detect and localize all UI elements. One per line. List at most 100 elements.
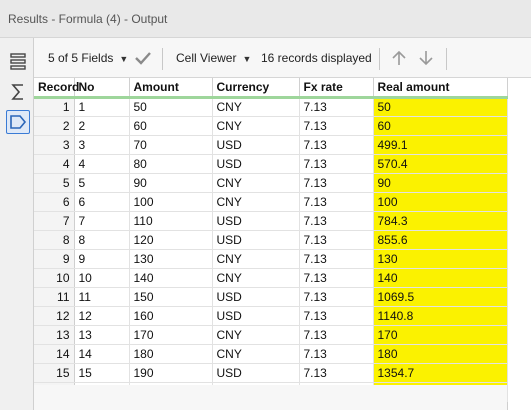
cell-currency[interactable]: USD <box>212 230 300 250</box>
cell-currency[interactable]: CNY <box>212 97 300 117</box>
fields-dropdown[interactable]: 5 of 5 Fields ▼ <box>48 51 128 65</box>
cell-fx-rate[interactable]: 7.13 <box>299 135 374 155</box>
cell-no[interactable]: 4 <box>74 154 130 174</box>
table-row[interactable]: 15 15 190 USD 7.13 1354.7 <box>34 363 508 383</box>
cell-record[interactable]: 10 <box>34 268 75 288</box>
column-header-record[interactable]: Record <box>34 78 79 99</box>
cell-currency[interactable]: CNY <box>212 249 300 269</box>
cell-amount[interactable]: 90 <box>129 173 213 193</box>
cell-record[interactable]: 2 <box>34 116 75 136</box>
cell-fx-rate[interactable]: 7.13 <box>299 154 374 174</box>
cell-record[interactable]: 3 <box>34 135 75 155</box>
cell-real-amount[interactable]: 499.1 <box>373 135 508 155</box>
sigma-icon[interactable] <box>6 80 30 104</box>
cell-record[interactable]: 12 <box>34 306 75 326</box>
cell-real-amount[interactable]: 60 <box>373 116 508 136</box>
table-row[interactable]: 2 2 60 CNY 7.13 60 <box>34 116 508 136</box>
cell-no[interactable]: 1 <box>74 97 130 117</box>
table-row[interactable]: 6 6 100 CNY 7.13 100 <box>34 192 508 212</box>
cell-fx-rate[interactable]: 7.13 <box>299 268 374 288</box>
cell-no[interactable]: 3 <box>74 135 130 155</box>
cell-currency[interactable]: CNY <box>212 192 300 212</box>
cell-real-amount[interactable]: 1140.8 <box>373 306 508 326</box>
cell-real-amount[interactable]: 100 <box>373 192 508 212</box>
cell-currency[interactable]: USD <box>212 287 300 307</box>
cell-amount[interactable]: 70 <box>129 135 213 155</box>
cell-real-amount[interactable]: 180 <box>373 344 508 364</box>
cell-amount[interactable]: 120 <box>129 230 213 250</box>
cell-no[interactable]: 11 <box>74 287 130 307</box>
cell-fx-rate[interactable]: 7.13 <box>299 325 374 345</box>
cell-fx-rate[interactable]: 7.13 <box>299 306 374 326</box>
cell-fx-rate[interactable]: 7.13 <box>299 363 374 383</box>
cell-currency[interactable]: USD <box>212 363 300 383</box>
cell-record[interactable]: 8 <box>34 230 75 250</box>
tag-icon[interactable] <box>6 110 30 134</box>
table-row[interactable]: 12 12 160 USD 7.13 1140.8 <box>34 306 508 326</box>
cell-amount[interactable]: 60 <box>129 116 213 136</box>
cell-currency[interactable]: USD <box>212 154 300 174</box>
cell-no[interactable]: 10 <box>74 268 130 288</box>
cell-record[interactable]: 6 <box>34 192 75 212</box>
cell-currency[interactable]: CNY <box>212 116 300 136</box>
column-header-currency[interactable]: Currency <box>212 78 300 99</box>
cell-fx-rate[interactable]: 7.13 <box>299 192 374 212</box>
cell-record[interactable]: 15 <box>34 363 75 383</box>
table-row[interactable]: 8 8 120 USD 7.13 855.6 <box>34 230 508 250</box>
cell-amount[interactable]: 110 <box>129 211 213 231</box>
cell-fx-rate[interactable]: 7.13 <box>299 173 374 193</box>
cell-real-amount[interactable]: 90 <box>373 173 508 193</box>
cell-record[interactable]: 7 <box>34 211 75 231</box>
table-row[interactable]: 7 7 110 USD 7.13 784.3 <box>34 211 508 231</box>
cell-no[interactable]: 12 <box>74 306 130 326</box>
column-header-fx-rate[interactable]: Fx rate <box>299 78 374 99</box>
cell-fx-rate[interactable]: 7.13 <box>299 97 374 117</box>
cell-real-amount[interactable]: 50 <box>373 97 508 117</box>
cell-amount[interactable]: 190 <box>129 363 213 383</box>
cell-amount[interactable]: 170 <box>129 325 213 345</box>
cell-amount[interactable]: 80 <box>129 154 213 174</box>
table-row[interactable]: 1 1 50 CNY 7.13 50 <box>34 97 508 117</box>
column-header-real-amount[interactable]: Real amount <box>373 78 508 99</box>
cell-no[interactable]: 8 <box>74 230 130 250</box>
table-row[interactable]: 4 4 80 USD 7.13 570.4 <box>34 154 508 174</box>
table-row[interactable]: 11 11 150 USD 7.13 1069.5 <box>34 287 508 307</box>
cell-record[interactable]: 4 <box>34 154 75 174</box>
cell-amount[interactable]: 150 <box>129 287 213 307</box>
cell-currency[interactable]: CNY <box>212 268 300 288</box>
cell-fx-rate[interactable]: 7.13 <box>299 344 374 364</box>
cell-no[interactable]: 5 <box>74 173 130 193</box>
cell-real-amount[interactable]: 1354.7 <box>373 363 508 383</box>
cell-currency[interactable]: CNY <box>212 325 300 345</box>
cell-real-amount[interactable]: 140 <box>373 268 508 288</box>
cell-no[interactable]: 9 <box>74 249 130 269</box>
cell-no[interactable]: 6 <box>74 192 130 212</box>
cell-amount[interactable]: 50 <box>129 97 213 117</box>
cell-currency[interactable]: USD <box>212 306 300 326</box>
table-row[interactable]: 5 5 90 CNY 7.13 90 <box>34 173 508 193</box>
table-row[interactable]: 10 10 140 CNY 7.13 140 <box>34 268 508 288</box>
cell-record[interactable]: 5 <box>34 173 75 193</box>
cell-no[interactable]: 7 <box>74 211 130 231</box>
cell-fx-rate[interactable]: 7.13 <box>299 230 374 250</box>
column-header-no[interactable]: No <box>74 78 130 99</box>
arrow-down-icon[interactable] <box>417 49 435 67</box>
cell-no[interactable]: 14 <box>74 344 130 364</box>
cell-no[interactable]: 13 <box>74 325 130 345</box>
cell-currency[interactable]: CNY <box>212 173 300 193</box>
cell-real-amount[interactable]: 855.6 <box>373 230 508 250</box>
column-header-amount[interactable]: Amount <box>129 78 213 99</box>
cell-amount[interactable]: 100 <box>129 192 213 212</box>
cell-real-amount[interactable]: 570.4 <box>373 154 508 174</box>
table-row[interactable]: 14 14 180 CNY 7.13 180 <box>34 344 508 364</box>
cell-currency[interactable]: USD <box>212 211 300 231</box>
cell-amount[interactable]: 130 <box>129 249 213 269</box>
cell-record[interactable]: 14 <box>34 344 75 364</box>
cell-real-amount[interactable]: 784.3 <box>373 211 508 231</box>
cell-real-amount[interactable]: 130 <box>373 249 508 269</box>
table-row[interactable]: 9 9 130 CNY 7.13 130 <box>34 249 508 269</box>
cell-record[interactable]: 11 <box>34 287 75 307</box>
cell-fx-rate[interactable]: 7.13 <box>299 211 374 231</box>
cell-amount[interactable]: 160 <box>129 306 213 326</box>
arrow-up-icon[interactable] <box>390 49 408 67</box>
